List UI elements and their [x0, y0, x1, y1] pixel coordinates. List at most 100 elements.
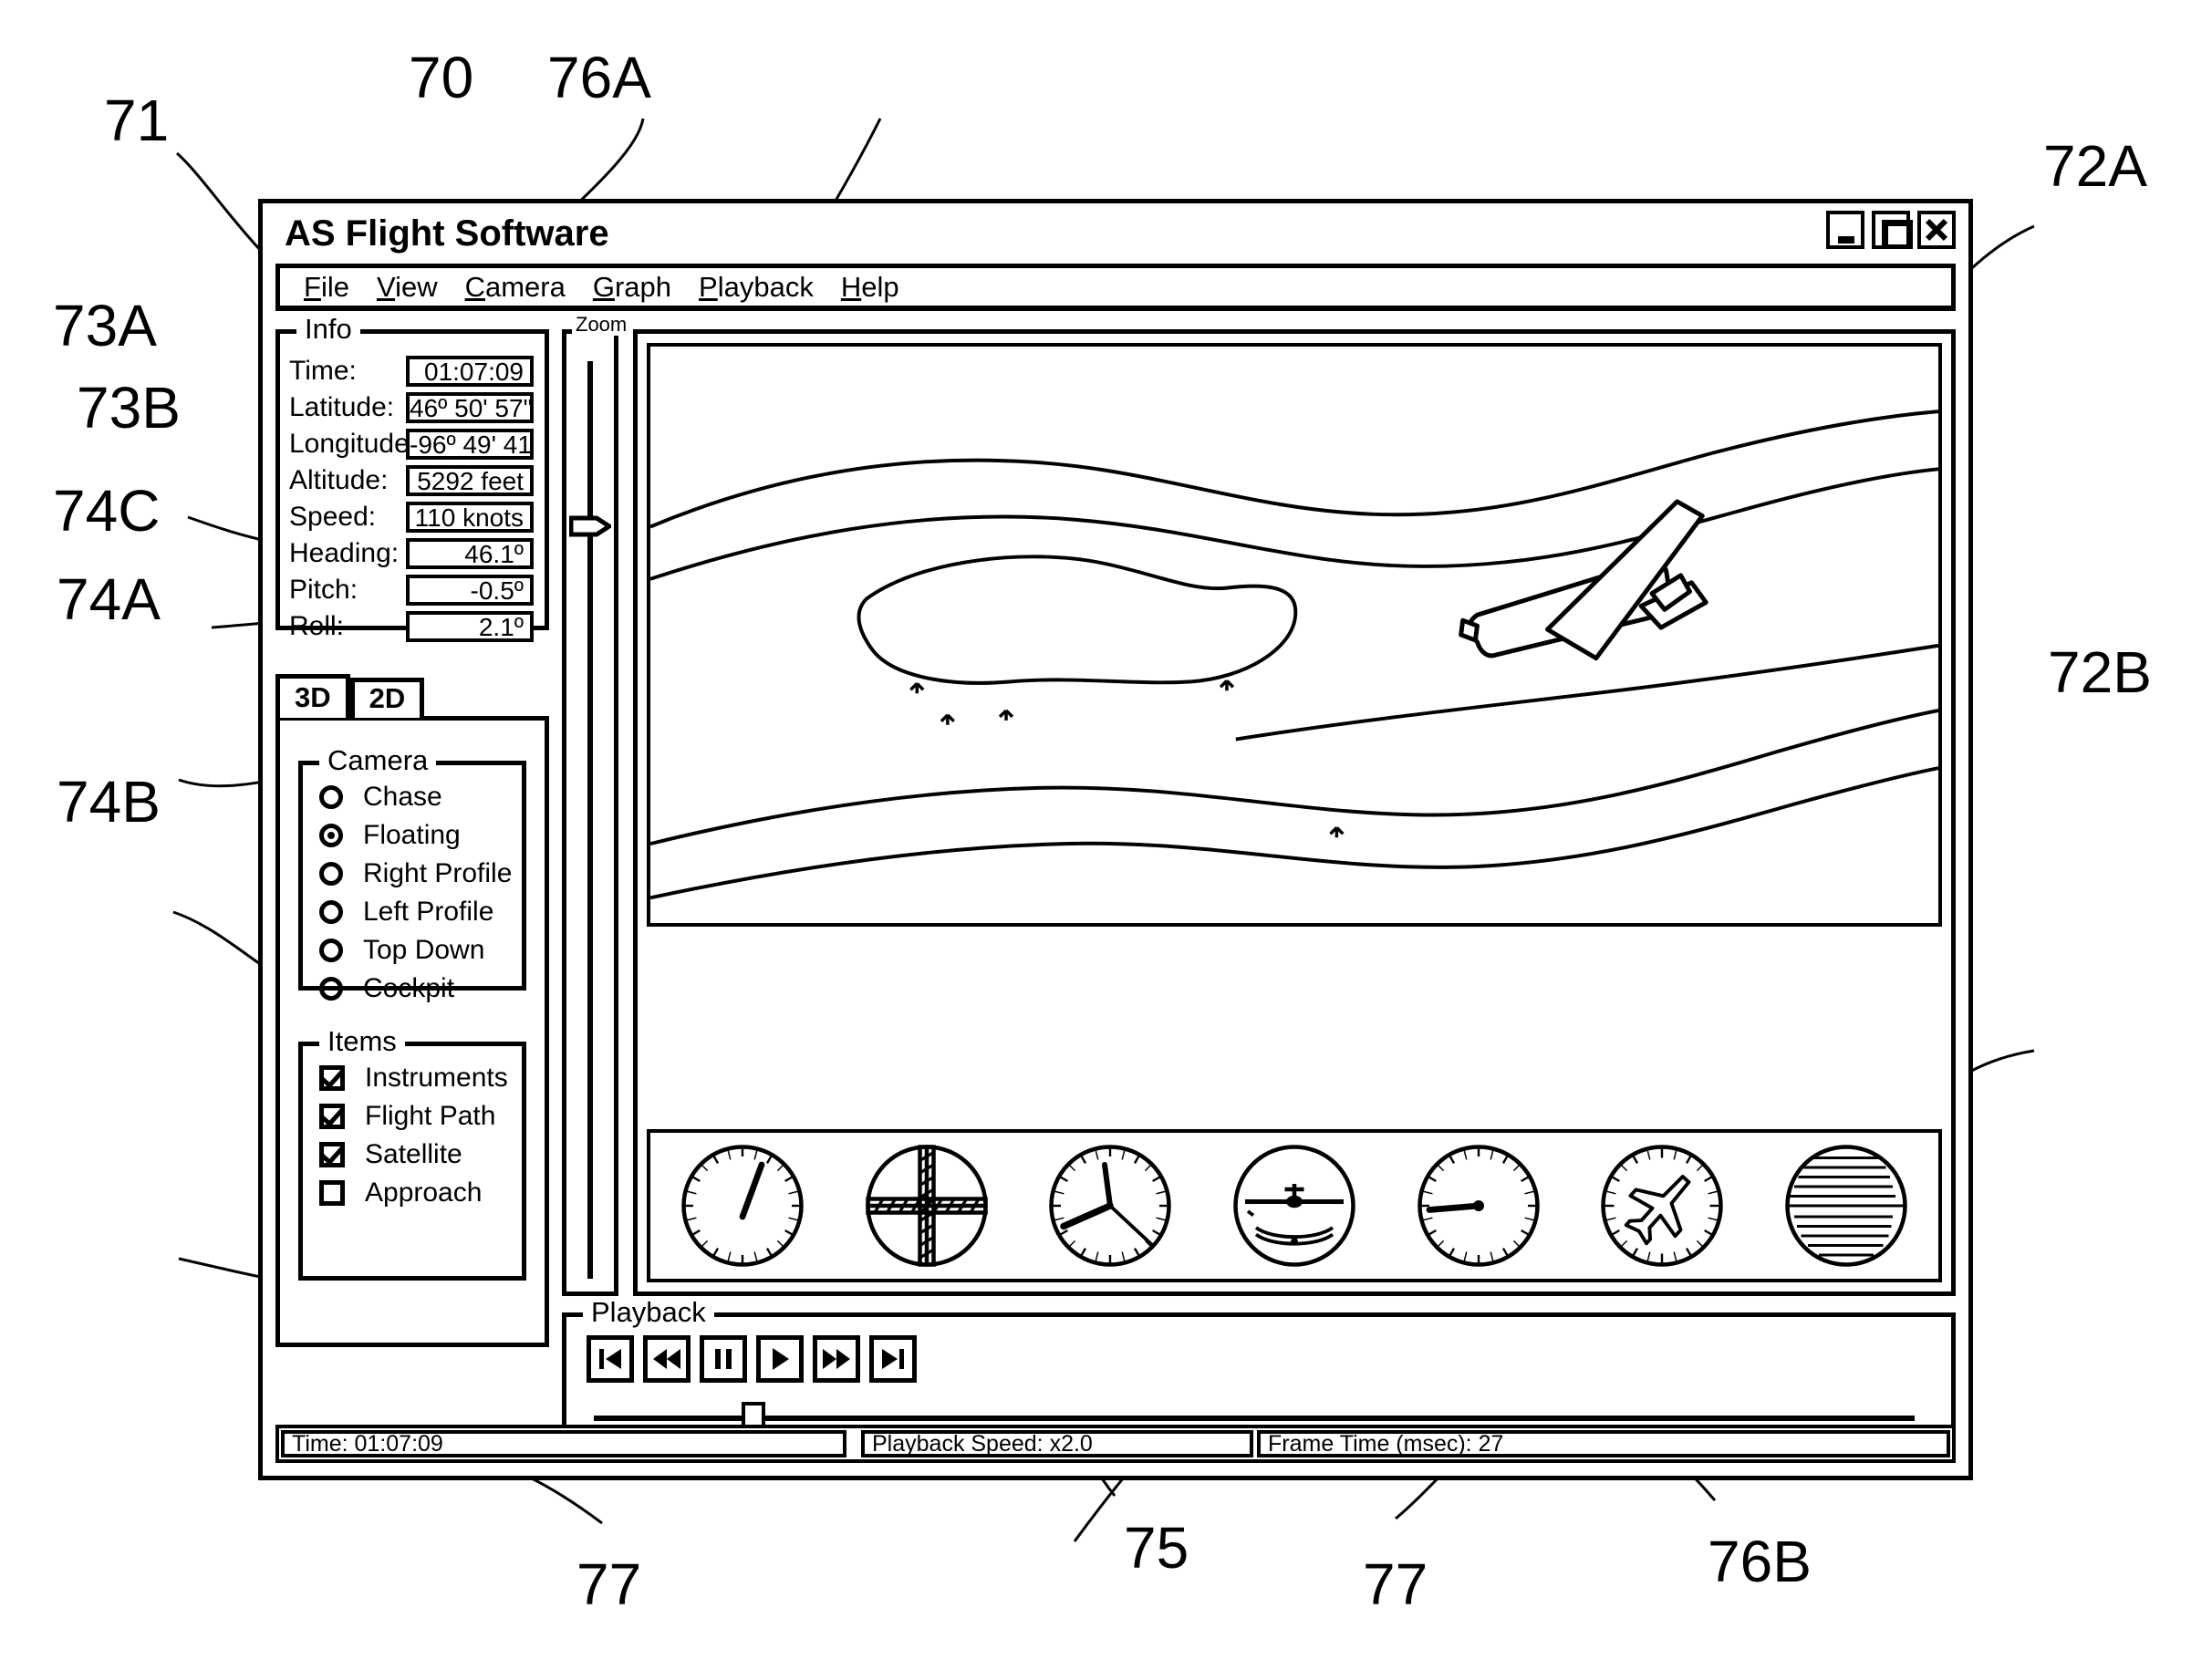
- checkbox-checked-icon: [319, 1104, 345, 1129]
- menu-item-graph[interactable]: Graph: [592, 270, 672, 303]
- left-panel: Info Time: 01:07:09 Latitude: 46º 50' 57…: [275, 314, 549, 1463]
- menu-mnemonic: V: [376, 270, 396, 303]
- camera-option-label: Top Down: [363, 935, 485, 965]
- camera-option-left-profile[interactable]: Left Profile: [319, 893, 522, 931]
- items-option-flight-path[interactable]: Flight Path: [319, 1097, 522, 1136]
- menu-item-file[interactable]: File: [304, 270, 349, 303]
- items-group-title: Items: [319, 1026, 405, 1057]
- camera-option-cockpit[interactable]: Cockpit: [319, 970, 522, 1008]
- checkbox-icon: [319, 1180, 345, 1206]
- window-title: AS Flight Software: [285, 213, 609, 254]
- camera-option-floating[interactable]: Floating: [319, 816, 522, 855]
- ref-numeral-77-right: 77: [1363, 1551, 1428, 1617]
- info-value-altitude[interactable]: 5292 feet: [406, 465, 534, 496]
- menu-mnemonic: P: [699, 270, 718, 303]
- zoom-slider-track[interactable]: [587, 361, 593, 1279]
- vertical-speed-gauge[interactable]: [1410, 1137, 1547, 1274]
- camera-option-label: Right Profile: [363, 858, 513, 888]
- info-value-longitude[interactable]: -96º 49' 41": [406, 429, 534, 460]
- ref-numeral-70: 70: [409, 45, 474, 110]
- radio-icon: [319, 939, 343, 962]
- turn-coordinator-gauge[interactable]: [858, 1137, 995, 1274]
- status-playback-speed: Playback Speed: x2.0: [861, 1430, 1253, 1457]
- attitude-indicator-gauge[interactable]: [1226, 1137, 1363, 1274]
- status-frame-time: Frame Time (msec): 27: [1257, 1430, 1950, 1457]
- items-option-satellite[interactable]: Satellite: [319, 1136, 522, 1174]
- radio-icon: [319, 977, 343, 1001]
- airspeed-indicator-gauge[interactable]: [674, 1137, 811, 1274]
- info-label-altitude: Altitude:: [289, 465, 389, 495]
- playback-slider-track[interactable]: [594, 1402, 1915, 1442]
- menu-item-playback[interactable]: Playback: [699, 270, 814, 303]
- info-label-heading: Heading:: [289, 538, 400, 568]
- info-row-roll: Roll: 2.1º: [289, 611, 534, 642]
- slip-indicator-gauge[interactable]: [1778, 1137, 1915, 1274]
- heading-indicator-gauge[interactable]: [1594, 1137, 1730, 1274]
- info-value-latitude[interactable]: 46º 50' 57": [406, 392, 534, 423]
- menu-label-rest: ile: [320, 270, 349, 303]
- info-value-roll[interactable]: 2.1º: [406, 611, 534, 642]
- camera-option-top-down[interactable]: Top Down: [319, 931, 522, 970]
- info-value-speed[interactable]: 110 knots: [406, 502, 534, 533]
- fast-forward-button[interactable]: [813, 1335, 860, 1383]
- menu-item-view[interactable]: View: [376, 270, 438, 303]
- view-tabs: 3D 2D: [275, 674, 425, 718]
- ref-numeral-74B: 74B: [57, 769, 161, 835]
- info-label-roll: Roll:: [289, 611, 345, 641]
- camera-option-chase[interactable]: Chase: [319, 778, 522, 816]
- ref-numeral-74C: 74C: [53, 478, 161, 544]
- info-row-time: Time: 01:07:09: [289, 356, 534, 387]
- info-value-heading[interactable]: 46.1º: [406, 538, 534, 569]
- ref-numeral-73B: 73B: [77, 375, 181, 441]
- tab-content-panel: Camera Chase Floating Right Profile Left…: [275, 716, 549, 1347]
- camera-option-right-profile[interactable]: Right Profile: [319, 855, 522, 893]
- skip-to-start-button[interactable]: [587, 1335, 634, 1383]
- tab-3d[interactable]: 3D: [275, 674, 350, 718]
- close-button[interactable]: [1917, 211, 1956, 249]
- skip-to-end-button[interactable]: [869, 1335, 917, 1383]
- status-time: Time: 01:07:09: [281, 1430, 846, 1457]
- application-window: AS Flight Software File View Camera Grap…: [258, 199, 1973, 1480]
- camera-option-label: Left Profile: [363, 897, 494, 927]
- maximize-icon: [1882, 220, 1913, 249]
- pause-button[interactable]: [700, 1335, 747, 1383]
- items-group: Items Instruments Flight Path Satellite: [298, 1026, 526, 1281]
- info-group-title: Info: [296, 314, 360, 345]
- items-option-label: Instruments: [365, 1063, 508, 1093]
- status-spacer: [848, 1428, 859, 1459]
- playback-group-title: Playback: [583, 1297, 714, 1328]
- camera-group: Camera Chase Floating Right Profile Left…: [298, 745, 526, 1003]
- items-option-approach[interactable]: Approach: [319, 1174, 522, 1212]
- info-row-latitude: Latitude: 46º 50' 57": [289, 392, 534, 423]
- tab-2d[interactable]: 2D: [349, 678, 425, 718]
- info-label-speed: Speed:: [289, 502, 377, 532]
- menu-item-camera[interactable]: Camera: [464, 270, 566, 303]
- menu-item-help[interactable]: Help: [841, 272, 899, 302]
- menu-label-rest: iew: [395, 270, 438, 303]
- minimize-button[interactable]: [1826, 211, 1864, 249]
- camera-option-label: Chase: [363, 782, 442, 812]
- checkbox-checked-icon: [319, 1142, 345, 1167]
- info-label-pitch: Pitch:: [289, 575, 358, 605]
- menu-bar: File View Camera Graph Playback Help: [275, 264, 1956, 311]
- 3d-scene-view[interactable]: [647, 343, 1942, 927]
- maximize-button[interactable]: [1872, 211, 1913, 249]
- rewind-button[interactable]: [643, 1335, 691, 1383]
- camera-option-label: Floating: [363, 820, 461, 850]
- items-option-label: Satellite: [365, 1139, 462, 1169]
- menu-mnemonic: C: [464, 270, 485, 303]
- ref-numeral-73A: 73A: [53, 293, 157, 358]
- zoom-slider-thumb[interactable]: [569, 513, 611, 540]
- ref-numeral-71: 71: [104, 88, 170, 153]
- menu-mnemonic: G: [592, 270, 615, 303]
- menu-label-rest: raph: [614, 270, 672, 303]
- info-value-time[interactable]: 01:07:09: [406, 356, 534, 387]
- menu-mnemonic: F: [304, 270, 321, 303]
- items-option-instruments[interactable]: Instruments: [319, 1059, 522, 1097]
- altimeter-gauge[interactable]: [1042, 1137, 1179, 1274]
- ref-numeral-72A: 72A: [2043, 133, 2147, 199]
- play-button[interactable]: [756, 1335, 804, 1383]
- info-value-pitch[interactable]: -0.5º: [406, 575, 534, 606]
- radio-selected-icon: [319, 824, 343, 847]
- menu-label-rest: amera: [484, 270, 566, 303]
